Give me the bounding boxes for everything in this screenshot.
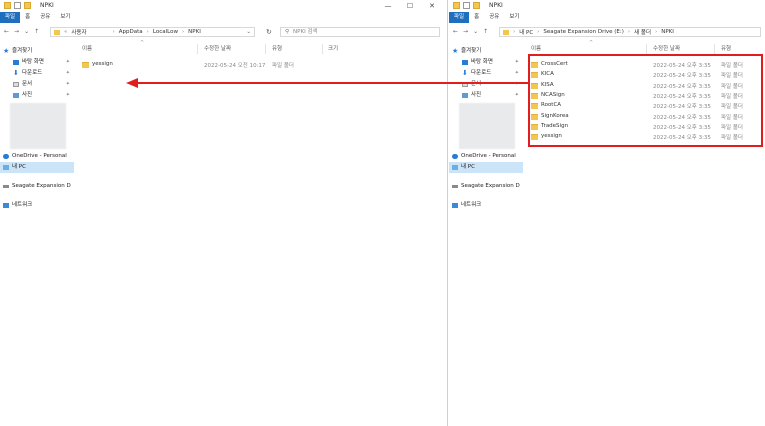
annotation-arrow [126,78,528,88]
arrow-head-icon [126,78,138,88]
